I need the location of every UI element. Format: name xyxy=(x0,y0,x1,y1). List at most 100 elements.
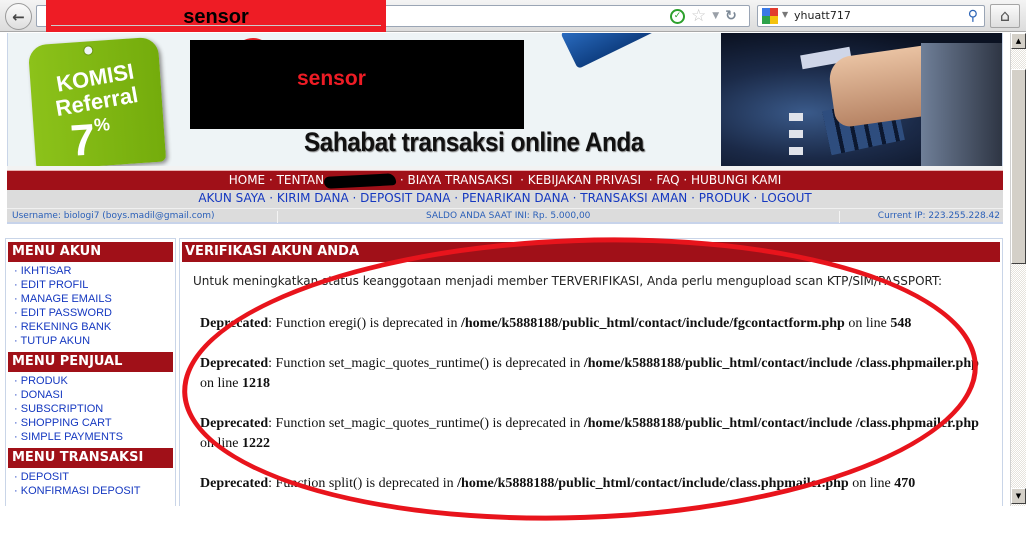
main-nav: HOME · TENTAN · BIAYA TRANSAKSI · KEBIJA… xyxy=(7,170,1003,190)
current-ip: Current IP: 223.255.228.42 xyxy=(877,211,1000,221)
sidebar-item-donasi[interactable]: DONASI xyxy=(14,388,175,402)
sidebar-item-edit-password[interactable]: EDIT PASSWORD xyxy=(14,306,175,320)
error-message: Deprecated: Function set_magic_quotes_ru… xyxy=(200,354,980,394)
balance-info: SALDO ANDA SAAT INI: Rp. 5.000,00 xyxy=(426,211,591,221)
sidebar-item-rekening-bank[interactable]: REKENING BANK xyxy=(14,320,175,334)
nav-kebijakan-privasi[interactable]: KEBIJAKAN PRIVASI xyxy=(528,173,641,187)
google-icon[interactable] xyxy=(762,8,778,24)
menu-transaksi-list: DEPOSIT KONFIRMASI DEPOSIT xyxy=(6,468,175,499)
sidebar-item-tutup-akun[interactable]: TUTUP AKUN xyxy=(14,334,175,348)
error-path: /home/k5888188/public_html/contact/inclu… xyxy=(457,476,849,491)
error-path: /home/k5888188/public_html/contact/inclu… xyxy=(461,316,845,331)
error-path: /home/k5888188/public_html/contact/inclu… xyxy=(583,356,979,371)
error-on-line: on line xyxy=(844,316,891,331)
logo-censor-overlay: sensor xyxy=(190,40,524,129)
sidebar-item-subscription[interactable]: SUBSCRIPTION xyxy=(14,402,175,416)
sidebar-item-produk[interactable]: PRODUK xyxy=(14,374,175,388)
error-label: Deprecated xyxy=(200,476,269,491)
page-title: VERIFIKASI AKUN ANDA xyxy=(182,242,1000,262)
nav-penarikan-dana[interactable]: PENARIKAN DANA xyxy=(462,191,569,205)
verification-intro: Untuk meningkatkan status keanggotaan me… xyxy=(193,274,943,288)
scroll-thumb[interactable] xyxy=(1011,69,1026,264)
scroll-down-arrow-icon: ▼ xyxy=(1015,492,1022,500)
nav-hubungi-kami[interactable]: HUBUNGI KAMI xyxy=(691,173,781,187)
error-message: Deprecated: Function split() is deprecat… xyxy=(200,474,980,494)
search-bar[interactable]: ▼ yhuatt717 ⚲ xyxy=(757,5,985,27)
tag-hole xyxy=(82,45,94,56)
error-text: : Function set_magic_quotes_runtime() is… xyxy=(268,416,584,431)
nav-transaksi-aman[interactable]: TRANSAKSI AMAN xyxy=(580,191,687,205)
error-line-number: 548 xyxy=(890,316,912,331)
url-underline xyxy=(51,25,381,26)
nav-faq[interactable]: FAQ xyxy=(656,173,679,187)
nav-logout[interactable]: LOGOUT xyxy=(761,191,812,205)
error-text: : Function set_magic_quotes_runtime() is… xyxy=(268,356,584,371)
username-info: Username: biologi7 (boys.madil@gmail.com… xyxy=(12,211,215,221)
error-message: Deprecated: Function set_magic_quotes_ru… xyxy=(200,414,980,454)
error-label: Deprecated xyxy=(200,316,269,331)
dropdown-icon[interactable]: ▼ xyxy=(712,11,719,21)
nav-censor-scribble xyxy=(323,172,397,189)
home-icon: ⌂ xyxy=(999,6,1011,25)
nav-produk[interactable]: PRODUK xyxy=(699,191,750,205)
error-on-line: on line xyxy=(200,376,242,391)
nav-kirim-dana[interactable]: KIRIM DANA xyxy=(277,191,349,205)
site-tagline: Sahabat transaksi online Anda xyxy=(304,127,644,157)
transaksi-ribbon: TRANSAKSI xyxy=(560,33,731,69)
site-banner: KOMISI Referral 7% sensor TRANSAKSI Saha… xyxy=(7,33,1003,166)
error-message: Deprecated: Function eregi() is deprecat… xyxy=(200,314,980,334)
error-text: : Function eregi() is deprecated in xyxy=(268,316,461,331)
atm-photo xyxy=(721,33,1002,166)
nav-home[interactable]: HOME xyxy=(229,173,265,187)
error-path: /home/k5888188/public_html/contact/inclu… xyxy=(583,416,979,431)
sidebar-item-edit-profil[interactable]: EDIT PROFIL xyxy=(14,278,175,292)
account-info-bar: Username: biologi7 (boys.madil@gmail.com… xyxy=(7,208,1003,224)
nav-tentang[interactable]: TENTAN xyxy=(277,173,324,187)
vertical-scrollbar[interactable]: ▲ ▼ xyxy=(1010,33,1026,506)
home-button[interactable]: ⌂ xyxy=(990,4,1020,28)
error-text: : Function split() is deprecated in xyxy=(268,476,458,491)
scroll-up-button[interactable]: ▲ xyxy=(1011,33,1026,49)
error-on-line: on line xyxy=(200,436,242,451)
bookmark-star-icon[interactable]: ☆ xyxy=(691,6,706,26)
nav-akun-saya[interactable]: AKUN SAYA xyxy=(198,191,265,205)
error-line-number: 1218 xyxy=(242,376,270,391)
back-button[interactable]: ← xyxy=(5,3,32,30)
page-viewport: KOMISI Referral 7% sensor TRANSAKSI Saha… xyxy=(0,33,1010,506)
scroll-up-arrow-icon: ▲ xyxy=(1015,37,1022,45)
sleeve xyxy=(921,43,1002,166)
sidebar-item-shopping-cart[interactable]: SHOPPING CART xyxy=(14,416,175,430)
menu-akun-heading: MENU AKUN xyxy=(8,242,173,262)
error-label: Deprecated xyxy=(200,416,269,431)
separator xyxy=(277,211,278,223)
error-line-number: 470 xyxy=(894,476,916,491)
back-arrow-icon: ← xyxy=(12,7,25,26)
nav-biaya-transaksi[interactable]: BIAYA TRANSAKSI xyxy=(408,173,513,187)
secure-check-icon[interactable]: ✓ xyxy=(670,8,685,24)
search-input[interactable]: yhuatt717 xyxy=(794,9,851,22)
atm-buttons xyxy=(789,113,803,163)
url-censor-overlay: sensor xyxy=(46,0,386,32)
sidebar-item-manage-emails[interactable]: MANAGE EMAILS xyxy=(14,292,175,306)
magnifier-icon[interactable]: ⚲ xyxy=(968,8,978,24)
menu-penjual-list: PRODUK DONASI SUBSCRIPTION SHOPPING CART… xyxy=(6,372,175,445)
sidebar-item-konfirmasi-deposit[interactable]: KONFIRMASI DEPOSIT xyxy=(14,484,175,498)
error-line-number: 1222 xyxy=(242,436,270,451)
sidebar-item-deposit[interactable]: DEPOSIT xyxy=(14,470,175,484)
referral-commission-tag: KOMISI Referral 7% xyxy=(27,36,167,166)
reload-icon[interactable]: ↻ xyxy=(725,8,737,24)
search-engine-dropdown-icon[interactable]: ▼ xyxy=(782,10,788,19)
nav-deposit-dana[interactable]: DEPOSIT DANA xyxy=(360,191,450,205)
tag-percent-sign: % xyxy=(93,114,111,136)
tag-percent-value: 7% xyxy=(69,114,113,166)
error-label: Deprecated xyxy=(200,356,269,371)
menu-transaksi-heading: MENU TRANSAKSI xyxy=(8,448,173,468)
browser-toolbar: ← sensor ✓ ☆ ▼ ↻ ▼ yhuatt717 ⚲ ⌂ xyxy=(0,0,1026,32)
sidebar: MENU AKUN IKHTISAR EDIT PROFIL MANAGE EM… xyxy=(5,238,176,506)
sidebar-item-ikhtisar[interactable]: IKHTISAR xyxy=(14,264,175,278)
menu-penjual-heading: MENU PENJUAL xyxy=(8,352,173,372)
separator xyxy=(839,211,840,223)
logo-censor-label: sensor xyxy=(297,67,366,90)
sidebar-item-simple-payments[interactable]: SIMPLE PAYMENTS xyxy=(14,430,175,444)
scroll-down-button[interactable]: ▼ xyxy=(1011,488,1026,504)
